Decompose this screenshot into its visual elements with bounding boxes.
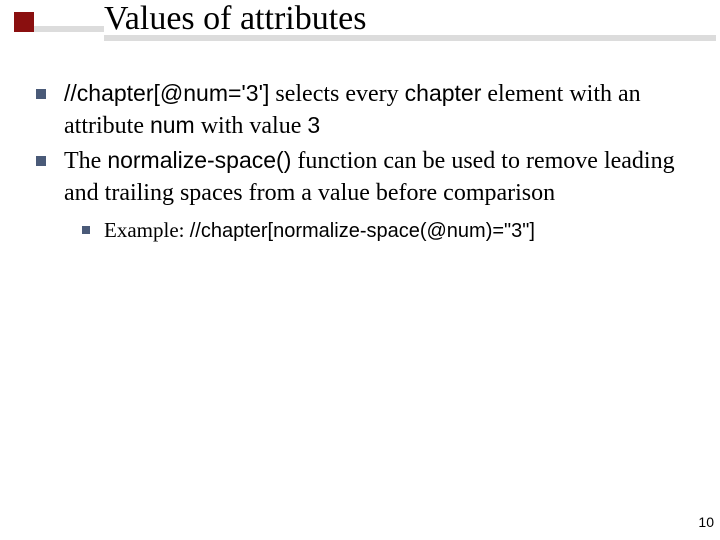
header-red-square — [14, 12, 34, 32]
square-bullet-icon — [36, 156, 46, 166]
code-normalize-space: normalize-space() — [107, 147, 291, 173]
bullet-1-frag3: with value — [195, 113, 308, 139]
code-xpath-1: //chapter[@num='3'] — [64, 80, 269, 106]
title-block: Values of attributes — [104, 0, 720, 41]
code-num: num — [150, 112, 195, 138]
bullet-2-frag1: The — [64, 148, 107, 174]
square-bullet-icon — [36, 89, 46, 99]
content-area: //chapter[@num='3'] selects every chapte… — [36, 78, 690, 245]
sub-bullet-item-1: Example: //chapter[normalize-space(@num)… — [82, 216, 690, 245]
page-number: 10 — [698, 514, 714, 530]
code-3: 3 — [307, 112, 320, 138]
sub-bullet-1-text: Example: //chapter[normalize-space(@num)… — [104, 216, 535, 245]
bullet-2-text: The normalize-space() function can be us… — [64, 145, 690, 210]
bullet-item-1: //chapter[@num='3'] selects every chapte… — [36, 78, 690, 143]
code-chapter: chapter — [405, 80, 482, 106]
square-sub-bullet-icon — [82, 226, 90, 234]
header-rule-left — [34, 26, 104, 32]
example-label: Example: — [104, 218, 190, 242]
bullet-1-frag1: selects every — [269, 81, 404, 107]
bullet-1-text: //chapter[@num='3'] selects every chapte… — [64, 78, 690, 143]
page-title: Values of attributes — [104, 0, 720, 37]
code-example-xpath: //chapter[normalize-space(@num)="3"] — [190, 220, 535, 242]
bullet-item-2: The normalize-space() function can be us… — [36, 145, 690, 210]
header-accent — [14, 12, 34, 32]
